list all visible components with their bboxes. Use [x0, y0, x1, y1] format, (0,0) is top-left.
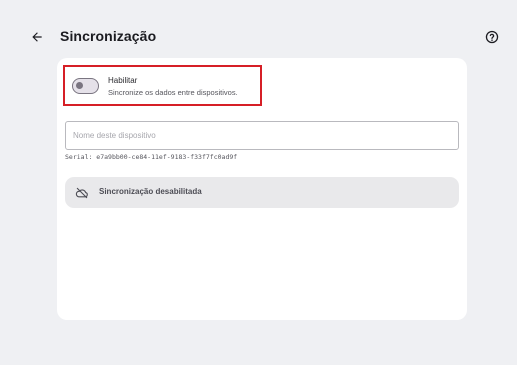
help-button[interactable] [483, 28, 501, 46]
cloud-off-icon [75, 187, 88, 199]
serial-text: Serial: e7a9bb00-ce84-11ef-9183-f33f7fc0… [65, 153, 238, 161]
enable-sync-switch[interactable] [72, 78, 99, 94]
enable-sync-row[interactable]: Habilitar Sincronize os dados entre disp… [63, 65, 262, 106]
back-button[interactable] [27, 27, 47, 47]
switch-knob [76, 82, 83, 89]
enable-sync-label: Habilitar [108, 76, 138, 85]
help-circle-icon [485, 30, 499, 44]
enable-sync-description: Sincronize os dados entre dispositivos. [108, 88, 238, 97]
sync-settings-card: Habilitar Sincronize os dados entre disp… [57, 58, 467, 320]
device-name-input[interactable] [65, 121, 459, 150]
sync-status-banner: Sincronização desabilitada [65, 177, 459, 208]
arrow-left-icon [32, 32, 42, 42]
page-title: Sincronização [60, 28, 157, 44]
sync-status-text: Sincronização desabilitada [99, 187, 202, 196]
